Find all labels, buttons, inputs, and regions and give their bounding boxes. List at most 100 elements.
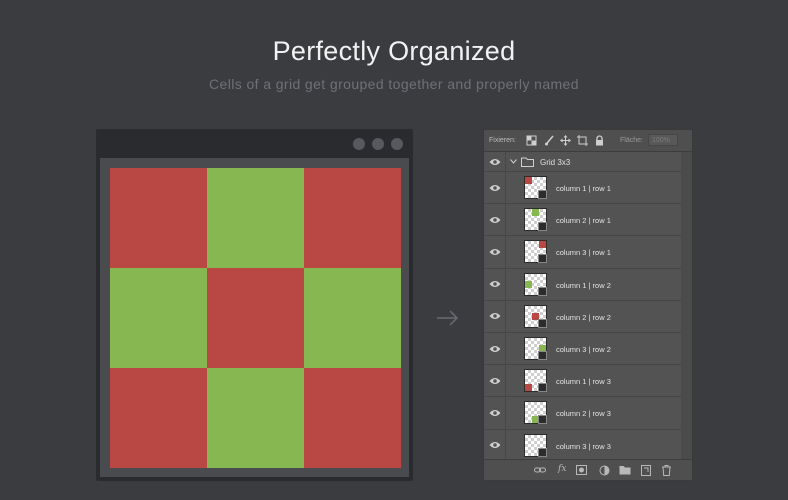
visibility-cell — [484, 429, 506, 461]
visibility-cell — [484, 365, 506, 397]
eye-icon[interactable] — [489, 248, 501, 256]
smart-object-icon — [538, 318, 547, 328]
fill-opacity-field[interactable]: 100% — [648, 134, 678, 146]
layer-row[interactable]: column 1 | row 3 — [484, 365, 682, 398]
thumbnail-cell-mark — [525, 280, 532, 288]
grid-cell — [304, 268, 401, 368]
grid-cell — [110, 268, 207, 368]
layer-name: column 1 | row 3 — [556, 377, 611, 387]
layer-row[interactable]: column 3 | row 2 — [484, 332, 682, 366]
grid-cell — [110, 368, 207, 468]
delete-layer-icon[interactable] — [662, 465, 671, 476]
lock-image-pixels-icon[interactable] — [544, 135, 555, 146]
eye-icon[interactable] — [489, 216, 501, 224]
layer-row[interactable]: column 2 | row 3 — [484, 397, 682, 430]
eye-icon[interactable] — [489, 280, 501, 288]
new-group-icon[interactable] — [619, 465, 631, 475]
smart-object-icon — [538, 190, 547, 199]
layer-thumbnail — [524, 176, 547, 199]
layer-name: column 2 | row 1 — [556, 216, 611, 226]
adjustment-layer-icon[interactable] — [599, 465, 610, 476]
link-layers-icon[interactable] — [534, 465, 546, 475]
thumbnail-cell-mark — [525, 177, 532, 184]
layer-name: column 2 | row 2 — [556, 312, 611, 322]
eye-icon[interactable] — [489, 377, 501, 385]
lock-label: Fixieren: — [489, 137, 516, 144]
layer-row[interactable]: column 2 | row 2 — [484, 300, 682, 333]
eye-icon[interactable] — [489, 158, 501, 166]
layer-row[interactable]: column 3 | row 3 — [484, 429, 682, 462]
fx-icon[interactable]: fx — [558, 464, 566, 474]
window-controls — [353, 138, 403, 150]
layers-scrollbar[interactable] — [681, 152, 692, 460]
layer-row[interactable]: column 1 | row 2 — [484, 268, 682, 301]
visibility-cell — [484, 204, 506, 236]
layer-thumbnail — [524, 272, 547, 296]
grid-cell — [304, 168, 401, 268]
eye-icon[interactable] — [489, 312, 501, 320]
new-layer-icon[interactable] — [641, 465, 651, 476]
layers-list: Grid 3x3 column 1 | row 1 column 2 | row … — [484, 152, 682, 462]
layer-thumbnail — [524, 433, 547, 457]
smart-object-icon — [538, 415, 547, 425]
layer-row[interactable]: column 1 | row 1 — [484, 172, 682, 205]
layer-thumbnail — [524, 304, 547, 328]
visibility-cell — [484, 332, 506, 365]
layer-name: column 1 | row 2 — [556, 280, 611, 290]
design-window — [96, 129, 413, 481]
layer-thumbnail — [524, 401, 547, 425]
visibility-cell — [484, 236, 506, 268]
grid-cell — [304, 368, 401, 468]
visibility-cell — [484, 268, 506, 300]
smart-object-icon — [538, 222, 547, 232]
lock-artboard-icon[interactable] — [577, 135, 588, 146]
layer-name: column 1 | row 1 — [556, 184, 611, 193]
layer-name: column 3 | row 3 — [556, 441, 611, 451]
grid-cell — [207, 268, 304, 368]
grid-3x3 — [110, 168, 401, 468]
smart-object-icon — [538, 254, 547, 264]
lock-toolbar: Fixieren: Fläche: 100% — [484, 130, 692, 152]
grid-cell — [110, 168, 207, 268]
page-title: Perfectly Organized — [272, 36, 516, 66]
layer-name: column 3 | row 1 — [556, 248, 611, 258]
window-dot-icon[interactable] — [353, 138, 365, 150]
thumbnail-cell-mark — [532, 209, 539, 217]
layer-thumbnail — [524, 240, 547, 264]
thumbnail-cell-mark — [539, 241, 546, 249]
folder-icon — [521, 157, 534, 167]
layer-row[interactable]: column 3 | row 1 — [484, 236, 682, 269]
fill-label: Fläche: — [620, 137, 643, 144]
window-dot-icon[interactable] — [372, 138, 384, 150]
lock-position-icon[interactable] — [560, 135, 571, 146]
smart-object-icon — [538, 383, 547, 393]
layer-name: column 2 | row 3 — [556, 409, 611, 419]
grid-cell — [207, 368, 304, 468]
eye-icon[interactable] — [489, 441, 501, 449]
layer-name: column 3 | row 2 — [556, 344, 611, 354]
layer-row[interactable]: column 2 | row 1 — [484, 204, 682, 237]
eye-icon[interactable] — [489, 184, 501, 192]
chevron-down-icon[interactable] — [510, 159, 517, 164]
page-subtitle: Cells of a grid get grouped together and… — [209, 76, 579, 92]
add-mask-icon[interactable] — [576, 465, 587, 475]
layer-thumbnail — [524, 208, 547, 232]
smart-object-icon — [538, 350, 547, 360]
visibility-cell — [484, 152, 506, 171]
visibility-cell — [484, 172, 506, 204]
eye-icon[interactable] — [489, 345, 501, 353]
thumbnail-cell-mark — [525, 384, 532, 392]
arrow-right-icon — [437, 310, 459, 326]
layer-group-row[interactable]: Grid 3x3 — [484, 152, 682, 172]
lock-transparent-pixels-icon[interactable] — [526, 135, 537, 146]
group-name: Grid 3x3 — [540, 158, 571, 167]
layer-thumbnail — [524, 369, 547, 393]
smart-object-icon — [538, 286, 547, 296]
panel-bottom-toolbar: fx — [484, 459, 692, 480]
grid-cell — [207, 168, 304, 268]
smart-object-icon — [538, 447, 547, 457]
window-dot-icon[interactable] — [391, 138, 403, 150]
visibility-cell — [484, 300, 506, 332]
lock-all-icon[interactable] — [594, 135, 605, 146]
eye-icon[interactable] — [489, 409, 501, 417]
